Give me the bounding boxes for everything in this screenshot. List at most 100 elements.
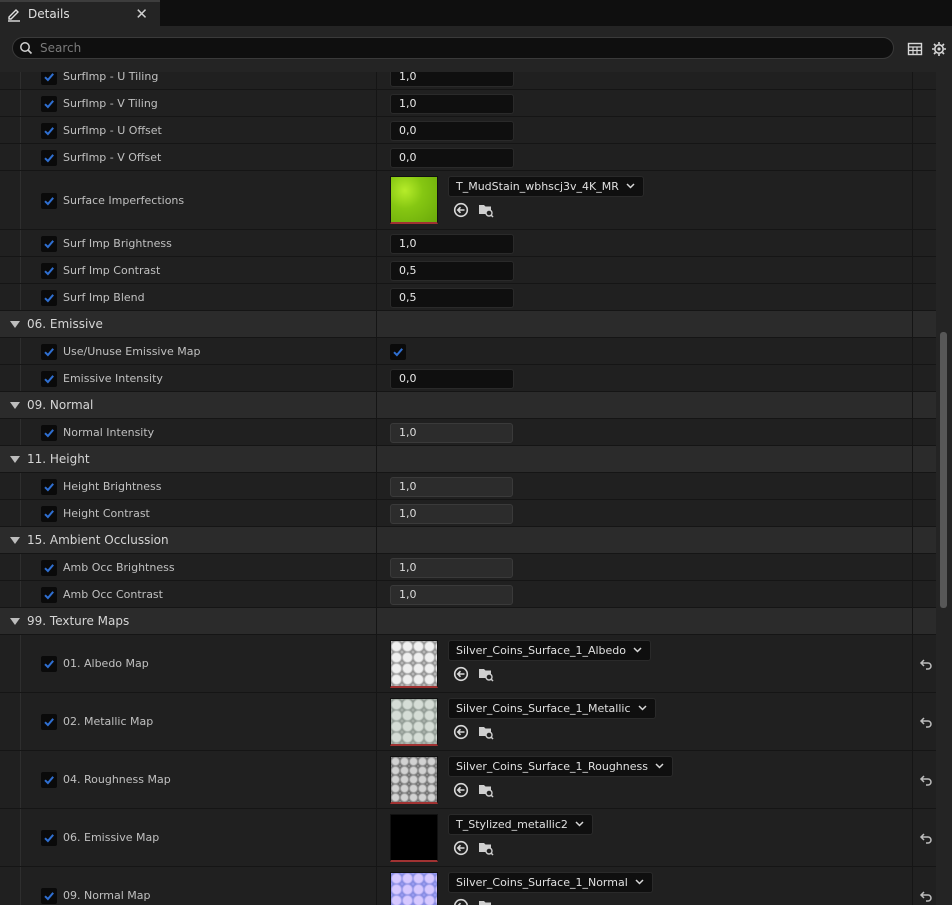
asset-picker[interactable]: Silver_Coins_Surface_1_Albedo xyxy=(448,640,652,661)
browse-folder-icon[interactable] xyxy=(478,840,494,856)
texture-thumbnail[interactable] xyxy=(390,814,438,862)
property-label: Surface Imperfections xyxy=(63,194,185,207)
texture-thumbnail[interactable] xyxy=(390,872,438,905)
category-row[interactable]: 15. Ambient Occlussion xyxy=(0,527,936,554)
value-checkbox[interactable] xyxy=(390,344,406,360)
use-selected-asset-icon[interactable] xyxy=(453,202,469,218)
reset-to-default-icon[interactable] xyxy=(919,889,933,903)
number-field[interactable]: 1,0 xyxy=(390,504,513,524)
asset-name: Silver_Coins_Surface_1_Normal xyxy=(456,876,628,889)
override-checkbox[interactable] xyxy=(41,236,57,252)
property-row: SurfImp - U Tiling 1,0 xyxy=(0,72,936,90)
property-row: Surf Imp Contrast 0,5 xyxy=(0,257,936,284)
triangle-down-icon[interactable] xyxy=(10,456,20,464)
property-label: SurfImp - V Offset xyxy=(63,151,162,164)
number-field[interactable]: 1,0 xyxy=(390,558,513,578)
number-field[interactable]: 1,0 xyxy=(390,94,514,114)
reset-to-default-icon[interactable] xyxy=(919,715,933,729)
search-box[interactable] xyxy=(12,37,894,59)
override-checkbox[interactable] xyxy=(41,506,57,522)
reset-to-default-icon[interactable] xyxy=(919,657,933,671)
triangle-down-icon[interactable] xyxy=(10,537,20,545)
property-row: 01. Albedo Map Silver_Coins_Surface_1_Alb… xyxy=(0,635,936,693)
number-field[interactable]: 0,0 xyxy=(390,369,514,389)
override-checkbox[interactable] xyxy=(41,263,57,279)
triangle-down-icon[interactable] xyxy=(10,402,20,410)
browse-folder-icon[interactable] xyxy=(478,782,494,798)
override-checkbox[interactable] xyxy=(41,123,57,139)
override-checkbox[interactable] xyxy=(41,290,57,306)
override-checkbox[interactable] xyxy=(41,193,57,209)
use-selected-asset-icon[interactable] xyxy=(453,898,469,905)
override-checkbox[interactable] xyxy=(41,371,57,387)
asset-picker[interactable]: Silver_Coins_Surface_1_Roughness xyxy=(448,756,673,777)
scrollbar[interactable] xyxy=(936,72,952,905)
override-checkbox[interactable] xyxy=(41,656,57,672)
asset-picker[interactable]: T_MudStain_wbhscj3v_4K_MR xyxy=(448,176,644,197)
asset-picker[interactable]: T_Stylized_metallic2 xyxy=(448,814,593,835)
number-field[interactable]: 0,5 xyxy=(390,261,514,281)
override-checkbox[interactable] xyxy=(41,587,57,603)
use-selected-asset-icon[interactable] xyxy=(453,782,469,798)
property-label: Amb Occ Contrast xyxy=(63,588,163,601)
texture-thumbnail[interactable] xyxy=(390,640,438,688)
property-label: Height Contrast xyxy=(63,507,150,520)
override-checkbox[interactable] xyxy=(41,425,57,441)
chevron-down-icon xyxy=(633,647,642,653)
asset-picker[interactable]: Silver_Coins_Surface_1_Metallic xyxy=(448,698,656,719)
table-view-icon[interactable] xyxy=(907,41,923,57)
number-field[interactable]: 1,0 xyxy=(390,477,513,497)
close-icon[interactable]: ✕ xyxy=(135,5,148,23)
scrollbar-thumb[interactable] xyxy=(940,332,947,608)
category-row[interactable]: 09. Normal xyxy=(0,392,936,419)
category-row[interactable]: 06. Emissive xyxy=(0,311,936,338)
number-field[interactable]: 0,0 xyxy=(390,121,514,141)
use-selected-asset-icon[interactable] xyxy=(453,666,469,682)
override-checkbox[interactable] xyxy=(41,714,57,730)
triangle-down-icon[interactable] xyxy=(10,321,20,329)
property-row: Amb Occ Contrast 1,0 xyxy=(0,581,936,608)
number-field[interactable]: 0,5 xyxy=(390,288,514,308)
property-label: Height Brightness xyxy=(63,480,162,493)
property-row: Surf Imp Blend 0,5 xyxy=(0,284,936,311)
category-label: 99. Texture Maps xyxy=(27,614,130,628)
number-field[interactable]: 1,0 xyxy=(390,423,513,443)
use-selected-asset-icon[interactable] xyxy=(453,724,469,740)
override-checkbox[interactable] xyxy=(41,830,57,846)
reset-to-default-icon[interactable] xyxy=(919,773,933,787)
property-row: Height Brightness 1,0 xyxy=(0,473,936,500)
search-input[interactable] xyxy=(40,41,893,55)
property-row: Height Contrast 1,0 xyxy=(0,500,936,527)
asset-picker[interactable]: Silver_Coins_Surface_1_Normal xyxy=(448,872,653,893)
browse-folder-icon[interactable] xyxy=(478,202,494,218)
property-label: 02. Metallic Map xyxy=(63,715,154,728)
triangle-down-icon[interactable] xyxy=(10,618,20,626)
override-checkbox[interactable] xyxy=(41,344,57,360)
override-checkbox[interactable] xyxy=(41,96,57,112)
number-field[interactable]: 0,0 xyxy=(390,148,514,168)
texture-thumbnail[interactable] xyxy=(390,176,438,224)
property-label: 06. Emissive Map xyxy=(63,831,160,844)
override-checkbox[interactable] xyxy=(41,888,57,904)
details-tab[interactable]: Details ✕ xyxy=(0,0,160,26)
override-checkbox[interactable] xyxy=(41,150,57,166)
number-field[interactable]: 1,0 xyxy=(390,234,514,254)
browse-folder-icon[interactable] xyxy=(478,724,494,740)
override-checkbox[interactable] xyxy=(41,72,57,85)
reset-to-default-icon[interactable] xyxy=(919,831,933,845)
category-row[interactable]: 11. Height xyxy=(0,446,936,473)
use-selected-asset-icon[interactable] xyxy=(453,840,469,856)
property-label: Use/Unuse Emissive Map xyxy=(63,345,201,358)
number-field[interactable]: 1,0 xyxy=(390,72,514,87)
override-checkbox[interactable] xyxy=(41,772,57,788)
number-field[interactable]: 1,0 xyxy=(390,585,513,605)
override-checkbox[interactable] xyxy=(41,560,57,576)
override-checkbox[interactable] xyxy=(41,479,57,495)
texture-thumbnail[interactable] xyxy=(390,698,438,746)
category-row[interactable]: 99. Texture Maps xyxy=(0,608,936,635)
texture-thumbnail[interactable] xyxy=(390,756,438,804)
property-list: SurfImp - U Tiling 1,0 SurfImp - V Tiling 1… xyxy=(0,72,936,905)
browse-folder-icon[interactable] xyxy=(478,898,494,905)
gear-icon[interactable] xyxy=(931,41,947,57)
browse-folder-icon[interactable] xyxy=(478,666,494,682)
